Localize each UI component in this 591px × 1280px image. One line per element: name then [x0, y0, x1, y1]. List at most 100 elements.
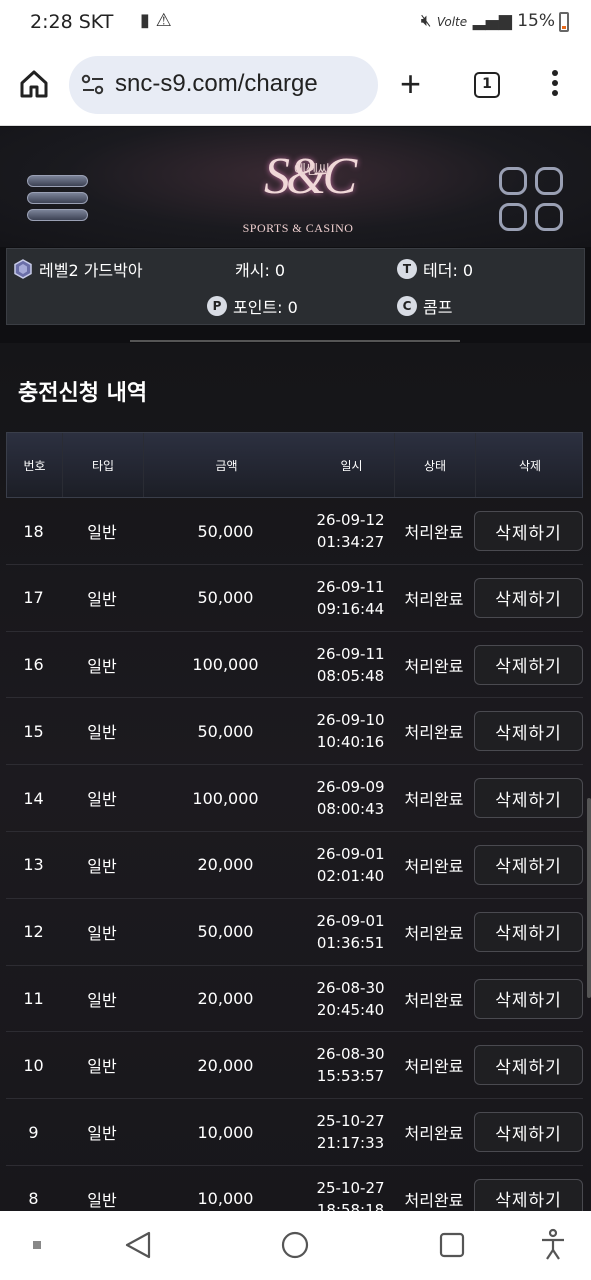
row-status: 처리완료	[404, 589, 464, 609]
level-gem-icon	[14, 259, 32, 279]
row-time: 01:36:51	[316, 933, 385, 952]
user-level: 레벨2 가드박아	[13, 257, 143, 281]
row-amount: 50,000	[197, 588, 254, 608]
delete-button[interactable]: 삭제하기	[474, 511, 583, 551]
row-date: 26-09-01	[316, 911, 385, 930]
table-row: 11 일반 20,000 26-08-30 20:45:40 처리완료 삭제하기	[6, 966, 583, 1033]
row-datetime: 25-10-27 18:58:18	[308, 1166, 393, 1211]
header-type: 타입	[91, 459, 115, 473]
row-amount: 20,000	[197, 1055, 254, 1075]
row-type: 일반	[87, 589, 117, 609]
row-date: 26-09-09	[316, 778, 385, 797]
site-logo[interactable]: S&C 에쎈씨 SPORTS & CASINO	[238, 137, 358, 247]
row-datetime: 26-09-01 01:36:51	[308, 899, 393, 965]
scrollbar[interactable]	[587, 798, 591, 998]
comp-text: 콤프	[423, 298, 453, 317]
header-datetime: 일시	[340, 459, 363, 473]
row-date: 25-10-27	[316, 1178, 385, 1197]
row-time: 09:16:44	[316, 599, 385, 618]
row-status: 처리완료	[404, 1057, 464, 1077]
apps-grid-icon[interactable]	[499, 167, 565, 233]
row-status: 처리완료	[404, 856, 464, 876]
address-bar[interactable]: snc-s9.com/charge	[69, 56, 378, 114]
site-header: S&C 에쎈씨 SPORTS & CASINO	[0, 127, 591, 247]
logo-korean-text: 에쎈씨	[294, 163, 330, 178]
delete-button[interactable]: 삭제하기	[474, 711, 583, 752]
overflow-menu-icon[interactable]	[548, 70, 562, 100]
row-amount: 50,000	[197, 721, 254, 741]
delete-button[interactable]: 삭제하기	[474, 1045, 583, 1086]
point-balance: P 포인트: 0	[207, 294, 298, 318]
tether-text: 테더: 0	[423, 261, 474, 280]
divider	[130, 340, 460, 342]
user-info-panel: 레벨2 가드박아 캐시: 0 T 테더: 0 P 포인트: 0 C 콤프	[6, 248, 585, 325]
row-type: 일반	[87, 1124, 117, 1144]
row-time: 08:00:43	[316, 800, 385, 819]
row-status: 처리완료	[404, 1124, 464, 1144]
delete-button[interactable]: 삭제하기	[474, 844, 583, 885]
delete-button[interactable]: 삭제하기	[474, 577, 583, 618]
table-row: 14 일반 100,000 26-09-09 08:00:43 처리완료 삭제하기	[6, 765, 583, 832]
delete-button[interactable]: 삭제하기	[474, 644, 583, 685]
browser-toolbar: snc-s9.com/charge + 1	[0, 44, 591, 126]
row-amount: 20,000	[197, 989, 254, 1009]
row-date: 26-09-01	[316, 844, 385, 863]
point-text: 포인트: 0	[233, 298, 298, 317]
delete-button[interactable]: 삭제하기	[474, 978, 583, 1019]
comp-balance[interactable]: C 콤프	[397, 294, 452, 318]
system-navigation-bar	[0, 1211, 591, 1280]
table-row: 12 일반 50,000 26-09-01 01:36:51 처리완료 삭제하기	[6, 899, 583, 966]
row-number: 16	[23, 655, 44, 675]
delete-button[interactable]: 삭제하기	[474, 1112, 583, 1153]
status-alert-icons: ▮ ⚠	[140, 10, 172, 31]
row-number: 8	[28, 1189, 39, 1209]
row-datetime: 26-08-30 15:53:57	[308, 1032, 393, 1098]
comp-icon: C	[397, 296, 417, 316]
home-icon[interactable]	[18, 68, 50, 100]
row-datetime: 25-10-27 21:17:33	[308, 1099, 393, 1165]
new-tab-icon[interactable]: +	[400, 66, 421, 102]
main-content: 충전신청 내역 번호 타입 금액 일시 상태 삭제 18 일반 50,000 26-0…	[0, 343, 591, 1211]
cash-balance: 캐시: 0	[235, 257, 285, 281]
row-status: 처리완료	[404, 923, 464, 943]
row-datetime: 26-09-12 01:34:27	[308, 498, 393, 564]
row-status: 처리완료	[404, 990, 464, 1010]
cash-text: 캐시: 0	[235, 261, 286, 280]
url-text[interactable]: snc-s9.com/charge	[115, 70, 318, 98]
header-amount: 금액	[215, 459, 238, 473]
battery-icon	[559, 12, 569, 32]
row-type: 일반	[87, 856, 117, 876]
row-amount: 10,000	[197, 1189, 254, 1209]
delete-button[interactable]: 삭제하기	[474, 1178, 583, 1211]
status-bar: 2:28 SKT ▮ ⚠ 🔇︎ Volte ▂▄▆ 15%	[0, 0, 591, 44]
table-header: 번호 타입 금액 일시 상태 삭제	[6, 432, 583, 498]
table-row: 17 일반 50,000 26-09-11 09:16:44 처리완료 삭제하기	[6, 565, 583, 632]
row-status: 처리완료	[404, 523, 464, 542]
row-time: 20:45:40	[316, 1000, 385, 1019]
delete-button[interactable]: 삭제하기	[474, 911, 583, 952]
row-date: 25-10-27	[316, 1112, 385, 1131]
volte-label: Volte	[436, 15, 468, 29]
row-datetime: 26-09-09 08:00:43	[308, 765, 393, 831]
row-amount: 10,000	[197, 1122, 254, 1142]
row-date: 26-08-30	[316, 1045, 385, 1064]
table-row: 16 일반 100,000 26-09-11 08:05:48 처리완료 삭제하기	[6, 632, 583, 699]
hamburger-menu-icon[interactable]	[27, 175, 90, 227]
table-row: 10 일반 20,000 26-08-30 15:53:57 처리완료 삭제하기	[6, 1032, 583, 1100]
row-type: 일반	[87, 523, 117, 542]
tab-switcher-button[interactable]: 1	[474, 72, 500, 98]
point-icon: P	[207, 296, 227, 316]
row-time: 18:58:18	[316, 1200, 385, 1211]
page-title: 충전신청 내역	[18, 381, 148, 406]
row-status: 처리완료	[404, 656, 464, 676]
delete-button[interactable]: 삭제하기	[474, 778, 583, 819]
nav-indicator-icon	[33, 1241, 41, 1249]
row-datetime: 26-09-11 08:05:48	[308, 632, 393, 698]
row-datetime: 26-08-30 20:45:40	[308, 966, 393, 1032]
site-settings-icon[interactable]	[81, 74, 105, 96]
row-amount: 100,000	[192, 788, 259, 808]
row-type: 일반	[87, 790, 117, 810]
signal-icon: ▂▄▆	[472, 11, 512, 31]
table-row: 9 일반 10,000 25-10-27 21:17:33 처리완료 삭제하기	[6, 1099, 583, 1166]
row-date: 26-09-10	[316, 711, 385, 730]
